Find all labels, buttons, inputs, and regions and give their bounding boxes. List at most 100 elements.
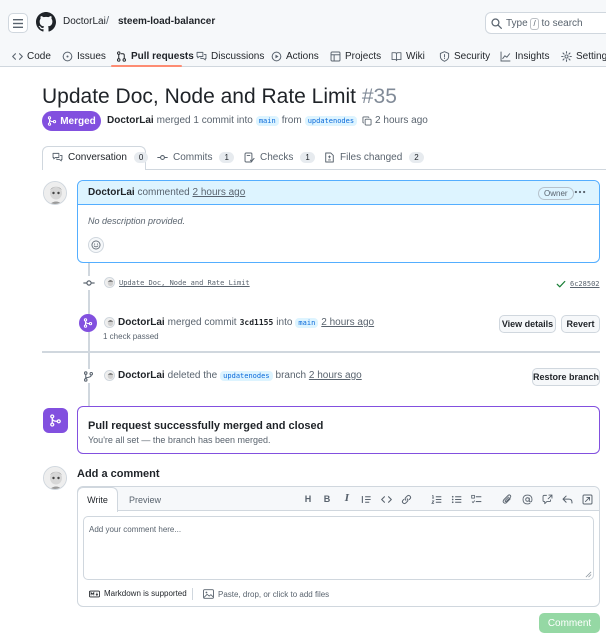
comment-action: commented [137, 187, 190, 198]
avatar[interactable] [104, 277, 115, 288]
tab-issues[interactable]: Issues [62, 47, 106, 65]
image-icon [203, 589, 214, 599]
owner-badge: Owner [538, 187, 574, 200]
merge-branch[interactable]: main [295, 317, 319, 328]
checklist-icon [244, 152, 255, 163]
delete-time[interactable]: 2 hours ago [309, 370, 362, 381]
merge-time[interactable]: 2 hours ago [321, 317, 374, 328]
pr-tab-conversation[interactable]: Conversation 0 [52, 152, 149, 163]
code-icon[interactable] [380, 493, 392, 505]
link-icon[interactable] [400, 493, 412, 505]
tab-label: Actions [286, 50, 319, 62]
avatar[interactable] [104, 317, 115, 328]
markdown-support-link[interactable]: Markdown is supported [89, 589, 187, 598]
cross-reference-icon[interactable] [541, 493, 553, 505]
mention-icon[interactable] [521, 493, 533, 505]
pr-tab-checks[interactable]: Checks 1 [244, 152, 315, 163]
delete-text: deleted the [167, 370, 218, 381]
merge-into-text: into [276, 317, 293, 328]
avatar[interactable] [104, 370, 115, 381]
quote-icon[interactable] [360, 493, 372, 505]
breadcrumb-separator: / [106, 15, 110, 27]
ordered-list-icon[interactable] [430, 493, 442, 505]
breadcrumb-repo[interactable]: steem-load-balancer [118, 16, 215, 27]
head-branch[interactable]: updatenodes [304, 115, 358, 126]
reply-icon[interactable] [561, 493, 573, 505]
menu-button[interactable] [8, 13, 28, 33]
merge-event-text: DoctorLai merged commit 3cd1155 into mai… [118, 317, 374, 328]
add-reaction-button[interactable] [88, 237, 104, 253]
file-diff-icon [325, 152, 334, 163]
avatar-image-icon [44, 467, 66, 489]
tab-wiki[interactable]: Wiki [391, 47, 425, 65]
attach-files-button[interactable]: Paste, drop, or click to add files [203, 589, 329, 599]
github-logo-icon[interactable] [36, 12, 56, 32]
tab-projects[interactable]: Projects [330, 47, 381, 65]
comment-textarea[interactable]: Add your comment here... [83, 516, 594, 580]
graph-icon [500, 51, 511, 61]
tab-label: Projects [345, 50, 382, 62]
tab-security[interactable]: Security [439, 47, 490, 65]
tab-pull-requests[interactable]: Pull requests [116, 47, 194, 65]
status-badge: Merged [42, 111, 101, 131]
kebab-horizontal-icon[interactable] [574, 186, 586, 198]
git-merge-icon [48, 116, 57, 126]
add-comment-heading: Add a comment [77, 468, 160, 480]
active-tab-indicator [111, 65, 182, 67]
merged-status-icon-box [43, 408, 68, 433]
tab-label: Insights [515, 50, 550, 62]
tab-actions[interactable]: Actions [271, 47, 319, 65]
unordered-list-icon[interactable] [450, 493, 462, 505]
search-input[interactable]: Type / to search [485, 12, 606, 34]
breadcrumb-owner[interactable]: DoctorLai [63, 16, 106, 27]
avatar-image-icon [105, 278, 114, 287]
gear-icon [561, 50, 572, 62]
pr-author[interactable]: DoctorLai [107, 115, 154, 126]
comment-author[interactable]: DoctorLai [88, 187, 135, 198]
restore-branch-button[interactable]: Restore branch [532, 368, 600, 386]
pr-tab-files-changed[interactable]: Files changed 2 [324, 152, 424, 163]
tab-code[interactable]: Code [12, 47, 51, 65]
status-badge-label: Merged [60, 115, 96, 127]
comment-body: No description provided. [88, 216, 186, 226]
commit-message-link[interactable]: Update Doc, Node and Rate Limit [119, 279, 250, 287]
delete-author[interactable]: DoctorLai [118, 370, 165, 381]
avatar-image-icon [105, 318, 114, 327]
avatar[interactable] [43, 466, 67, 490]
timeline-merge-badge [79, 314, 97, 332]
page-title: Update Doc, Node and Rate Limit #35 [42, 85, 397, 109]
fullscreen-icon[interactable] [581, 493, 593, 505]
avatar[interactable] [43, 181, 67, 205]
smiley-icon [91, 240, 101, 250]
tab-settings[interactable]: Settings [561, 47, 606, 65]
view-details-button[interactable]: View details [499, 315, 556, 333]
check-icon [556, 280, 566, 288]
tab-discussions[interactable]: Discussions [196, 47, 264, 65]
merge-author[interactable]: DoctorLai [118, 317, 165, 328]
italic-icon[interactable]: I [341, 493, 353, 505]
bold-icon[interactable]: B [321, 493, 333, 505]
comment-time[interactable]: 2 hours ago [192, 187, 245, 198]
avatar-image-icon [105, 371, 114, 380]
pr-tab-commits[interactable]: Commits 1 [157, 152, 234, 163]
commit-sha-link[interactable]: 6c28502 [556, 279, 600, 289]
pr-time: 2 hours ago [375, 115, 428, 126]
paperclip-icon[interactable] [501, 493, 513, 505]
tab-label: Code [27, 50, 51, 62]
copy-icon[interactable] [362, 116, 372, 126]
comment-submit-button[interactable]: Comment [539, 613, 600, 633]
merged-status-box: Pull request successfully merged and clo… [77, 406, 600, 454]
comment-discussion-icon [52, 152, 63, 162]
timeline-branch-badge [80, 369, 97, 383]
task-list-icon[interactable] [470, 493, 482, 505]
resize-grip-icon[interactable] [585, 571, 592, 578]
checks-summary[interactable]: 1 check passed [103, 332, 159, 341]
base-branch[interactable]: main [255, 115, 279, 126]
tab-preview[interactable]: Preview [129, 487, 161, 512]
heading-icon[interactable]: H [302, 493, 314, 505]
markdown-icon [89, 590, 100, 597]
tab-write[interactable]: Write [77, 487, 118, 512]
revert-button[interactable]: Revert [561, 315, 600, 333]
merge-sha[interactable]: 3cd1155 [240, 318, 274, 327]
tab-insights[interactable]: Insights [500, 47, 549, 65]
